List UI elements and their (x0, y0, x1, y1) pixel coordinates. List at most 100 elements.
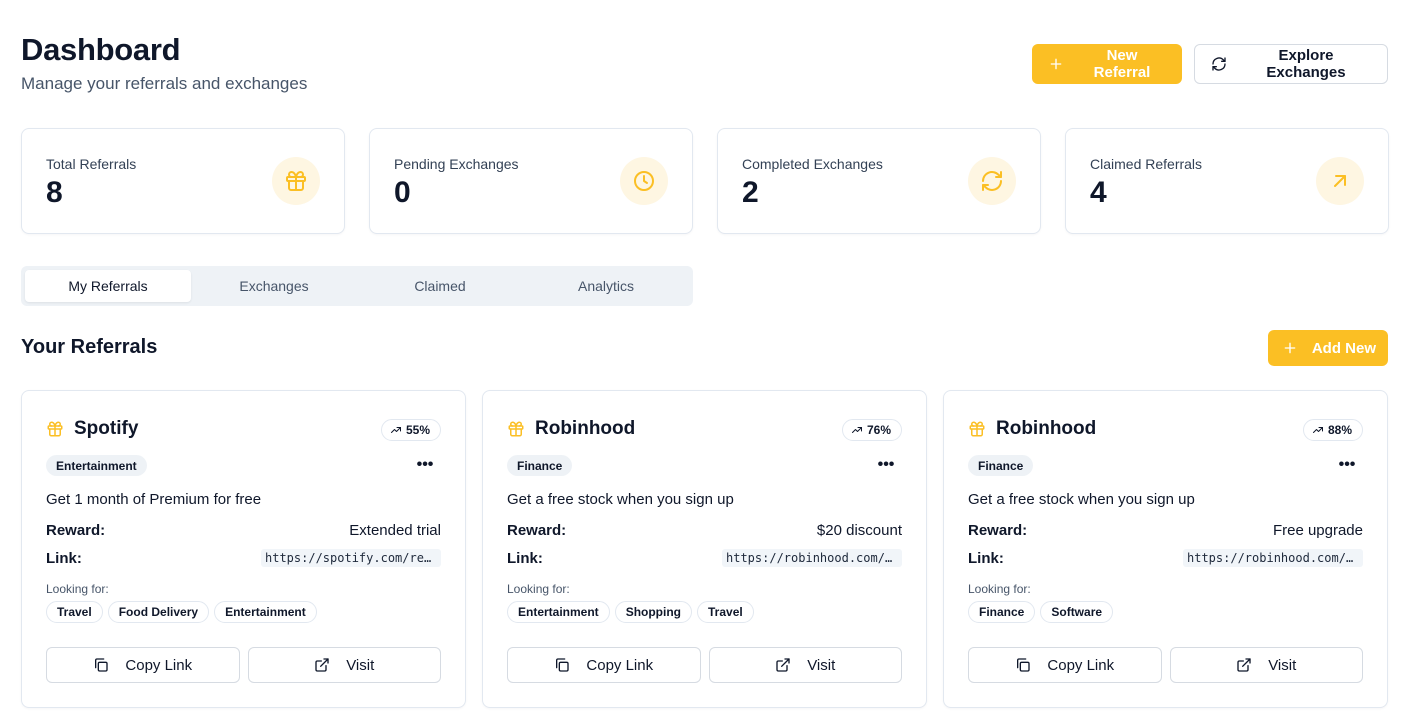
tab-analytics[interactable]: Analytics (523, 270, 689, 302)
header-actions: New Referral Explore Exchanges (1032, 44, 1388, 84)
gift-icon (507, 420, 525, 438)
stat-label: Completed Exchanges (742, 156, 883, 172)
reward-row: Reward: Free upgrade (968, 522, 1363, 539)
reward-label: Reward: (46, 522, 106, 539)
visit-label: Visit (346, 656, 375, 674)
category-badge: Finance (507, 455, 573, 476)
card-header: Spotify (46, 418, 138, 440)
card-name: Robinhood (535, 418, 636, 439)
referral-link[interactable]: https://robinhood.com/referral/xyz789 (722, 549, 902, 567)
stat-value: 4 (1090, 176, 1107, 209)
referral-link[interactable]: https://spotify.com/refer?code=abc123 (261, 549, 441, 567)
referral-card: Spotify 55% Entertainment ••• Get 1 mont… (21, 390, 466, 708)
visit-button[interactable]: Visit (1169, 647, 1363, 683)
card-actions: Copy Link Visit (507, 647, 902, 683)
looking-for-chip: Travel (697, 601, 754, 623)
visit-label: Visit (1268, 656, 1297, 674)
add-new-label: Add New (1311, 339, 1376, 357)
stat-card-claimed-referrals: Claimed Referrals 4 (1065, 128, 1389, 234)
page-header: Dashboard Manage your referrals and exch… (21, 32, 307, 94)
copy-link-label: Copy Link (1047, 656, 1115, 674)
page-title: Dashboard (21, 32, 181, 67)
section-title: Your Referrals (21, 336, 158, 358)
link-label: Link: (46, 549, 82, 567)
reward-label: Reward: (968, 522, 1028, 539)
stat-card-pending-exchanges: Pending Exchanges 0 (369, 128, 693, 234)
copy-link-button[interactable]: Copy Link (968, 647, 1162, 683)
card-name: Robinhood (996, 418, 1097, 439)
copy-link-button[interactable]: Copy Link (507, 647, 701, 683)
copy-icon (554, 657, 570, 673)
reward-label: Reward: (507, 522, 567, 539)
success-rate: 76% (866, 423, 891, 437)
card-name: Spotify (74, 418, 139, 439)
stat-value: 8 (46, 176, 63, 209)
success-rate-badge: 55% (380, 419, 441, 441)
link-label: Link: (507, 549, 543, 567)
stat-label: Total Referrals (46, 156, 137, 172)
trending-up-icon (851, 427, 862, 433)
card-header: Robinhood (507, 418, 635, 440)
new-referral-label: New Referral (1093, 47, 1151, 81)
more-options-icon[interactable]: ••• (1337, 455, 1357, 475)
tab-exchanges[interactable]: Exchanges (191, 270, 357, 302)
plus-icon (1282, 340, 1298, 356)
looking-for-chips: Finance Software (968, 601, 1114, 623)
link-row: Link: https://robinhood.com/referral/xyz… (507, 549, 902, 567)
more-options-icon[interactable]: ••• (415, 455, 435, 475)
link-row: Link: https://spotify.com/refer?code=abc… (46, 549, 441, 567)
refresh-icon (1211, 56, 1227, 72)
looking-for-chips: Travel Food Delivery Entertainment (46, 601, 317, 623)
referral-card: Robinhood 76% Finance ••• Get a free sto… (482, 390, 927, 708)
looking-for-chip: Travel (46, 601, 103, 623)
copy-link-button[interactable]: Copy Link (46, 647, 240, 683)
more-options-icon[interactable]: ••• (876, 455, 896, 475)
card-actions: Copy Link Visit (46, 647, 441, 683)
referral-link[interactable]: https://robinhood.com/referral/def456 (1183, 549, 1363, 567)
tab-claimed[interactable]: Claimed (357, 270, 523, 302)
visit-button[interactable]: Visit (708, 647, 902, 683)
external-link-icon (1236, 657, 1252, 673)
card-description: Get 1 month of Premium for free (46, 491, 262, 508)
copy-icon (93, 657, 109, 673)
trending-up-icon (390, 427, 401, 433)
explore-exchanges-button[interactable]: Explore Exchanges (1194, 44, 1388, 84)
copy-link-label: Copy Link (125, 656, 193, 674)
reward-value: Extended trial (349, 522, 441, 539)
category-badge: Finance (968, 455, 1034, 476)
tab-my-referrals[interactable]: My Referrals (25, 270, 191, 302)
reward-value: Free upgrade (1272, 522, 1363, 539)
copy-icon (1015, 657, 1031, 673)
looking-for-chip: Food Delivery (107, 601, 210, 623)
looking-for-label: Looking for: (507, 582, 570, 596)
stat-value: 0 (394, 176, 411, 209)
looking-for-chip: Entertainment (214, 601, 317, 623)
visit-label: Visit (807, 656, 836, 674)
looking-for-chip: Software (1040, 601, 1114, 623)
stat-card-completed-exchanges: Completed Exchanges 2 (717, 128, 1041, 234)
success-rate: 88% (1327, 423, 1352, 437)
looking-for-label: Looking for: (968, 582, 1031, 596)
stat-card-total-referrals: Total Referrals 8 (21, 128, 345, 234)
category-badge: Entertainment (46, 455, 147, 476)
page-subtitle: Manage your referrals and exchanges (21, 74, 308, 93)
reward-value: $20 discount (816, 522, 902, 539)
tabs: My Referrals Exchanges Claimed Analytics (21, 266, 693, 306)
plus-icon (1048, 56, 1064, 72)
card-header: Robinhood (968, 418, 1096, 440)
visit-button[interactable]: Visit (247, 647, 441, 683)
success-rate-badge: 76% (841, 419, 902, 441)
looking-for-chips: Entertainment Shopping Travel (507, 601, 754, 623)
card-actions: Copy Link Visit (968, 647, 1363, 683)
link-row: Link: https://robinhood.com/referral/def… (968, 549, 1363, 567)
success-rate: 55% (405, 423, 430, 437)
stat-label: Pending Exchanges (394, 156, 519, 172)
card-description: Get a free stock when you sign up (968, 491, 1195, 508)
reward-row: Reward: $20 discount (507, 522, 902, 539)
stat-value: 2 (742, 176, 759, 209)
add-new-button[interactable]: Add New (1267, 330, 1388, 366)
looking-for-chip: Entertainment (507, 601, 610, 623)
clock-icon (620, 157, 668, 205)
refresh-icon (968, 157, 1016, 205)
new-referral-button[interactable]: New Referral (1032, 44, 1182, 84)
